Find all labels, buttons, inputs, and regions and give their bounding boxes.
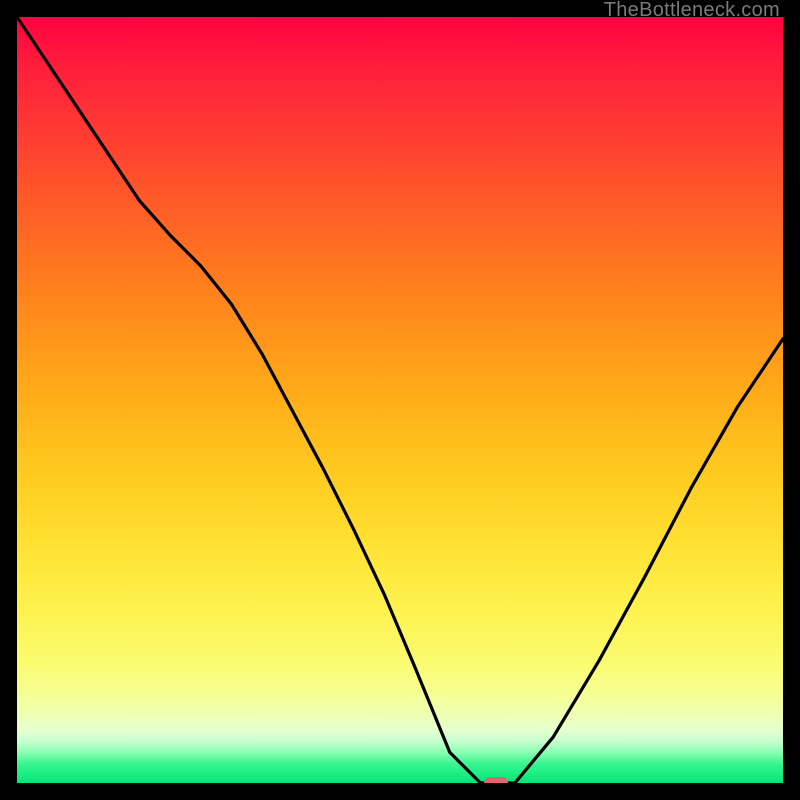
plot-area — [17, 17, 783, 783]
optimal-marker — [484, 777, 508, 783]
bottleneck-curve — [17, 17, 783, 783]
chart-frame: TheBottleneck.com — [0, 0, 800, 800]
chart-curve-layer — [17, 17, 783, 783]
